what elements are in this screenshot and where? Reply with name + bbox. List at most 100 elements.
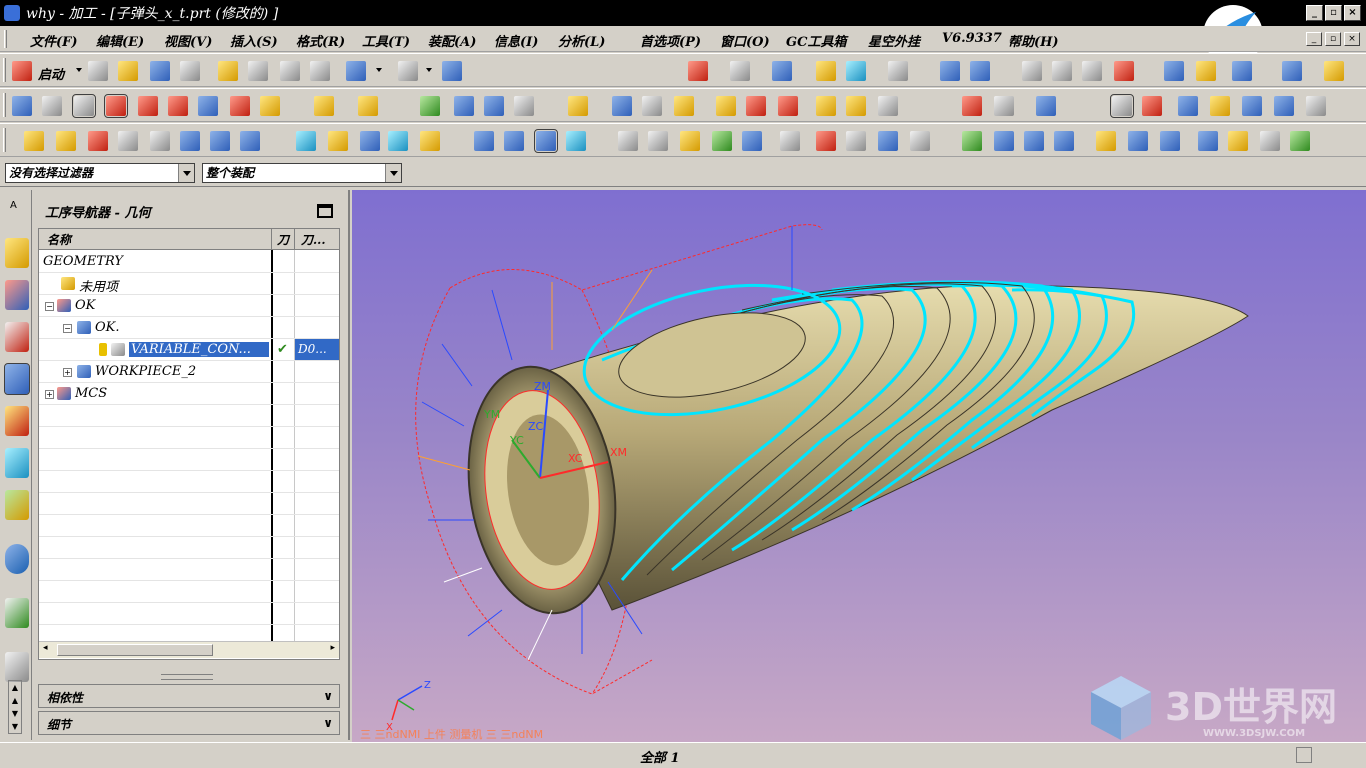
- table2-icon[interactable]: [1024, 131, 1044, 151]
- menu-preferences[interactable]: 首选项(P): [640, 31, 701, 50]
- geometry-icon[interactable]: [260, 96, 280, 116]
- open-file-icon[interactable]: [118, 61, 138, 81]
- paste-icon[interactable]: [280, 61, 300, 81]
- calc-icon[interactable]: [680, 131, 700, 151]
- menu-plugin[interactable]: 星空外挂: [868, 31, 920, 50]
- shapes-icon[interactable]: [878, 96, 898, 116]
- collapse-icon[interactable]: −: [63, 324, 72, 333]
- resource-constraint-tab[interactable]: [5, 280, 29, 310]
- op-copy-icon[interactable]: [56, 131, 76, 151]
- menu-insert[interactable]: 插入(S): [230, 31, 278, 50]
- workpiece-icon[interactable]: [612, 96, 632, 116]
- maximize-icon[interactable]: [317, 204, 333, 218]
- op-move-icon[interactable]: [240, 131, 260, 151]
- op-create-icon[interactable]: [24, 131, 44, 151]
- resource-scroll[interactable]: ▲ ▲ ▼ ▼: [8, 680, 22, 734]
- menu-version[interactable]: V6.9337: [942, 31, 1002, 46]
- op-cut-icon[interactable]: [88, 131, 108, 151]
- menu-assemblies[interactable]: 装配(A): [428, 31, 476, 50]
- horizontal-scrollbar[interactable]: ◂ ▸: [39, 641, 339, 658]
- direction-icon[interactable]: [1232, 61, 1252, 81]
- column-name[interactable]: 名称: [47, 231, 71, 248]
- chevron-down-icon[interactable]: [178, 164, 194, 182]
- menu-gc-toolbox[interactable]: GC工具箱: [786, 31, 846, 50]
- hatch-icon[interactable]: [72, 94, 96, 118]
- chevron-down-icon[interactable]: [385, 164, 401, 182]
- restore-button[interactable]: ▫: [1325, 5, 1342, 21]
- generate-path-icon[interactable]: [1036, 96, 1056, 116]
- grid-icon[interactable]: [1282, 61, 1302, 81]
- waves-icon[interactable]: [566, 131, 586, 151]
- minimize-button[interactable]: _: [1306, 5, 1323, 21]
- layer-icon[interactable]: [816, 61, 836, 81]
- op-delete-icon[interactable]: [150, 131, 170, 151]
- details-panel[interactable]: 细节 ∨: [38, 711, 340, 735]
- geometry-nav-icon[interactable]: [534, 129, 558, 153]
- play-path-icon[interactable]: [962, 96, 982, 116]
- layout2-icon[interactable]: [504, 131, 524, 151]
- column-divider[interactable]: [271, 229, 272, 250]
- menu-format[interactable]: 格式(R): [296, 31, 345, 50]
- undo-dropdown-arrow[interactable]: [376, 68, 382, 72]
- select-face-icon[interactable]: [634, 165, 650, 181]
- layout-icon[interactable]: [474, 131, 494, 151]
- op-table-icon[interactable]: [454, 96, 474, 116]
- tree-row-workpiece2[interactable]: + WORKPIECE_2: [39, 361, 339, 383]
- circle-icon[interactable]: [138, 96, 158, 116]
- tree-row-ok-workpiece[interactable]: − OK.: [39, 317, 339, 339]
- resource-info-tab[interactable]: [5, 544, 29, 574]
- pick-icon[interactable]: [1164, 61, 1184, 81]
- panel-splitter[interactable]: [161, 674, 213, 680]
- mark-icon[interactable]: [1096, 131, 1116, 151]
- search-tool-icon[interactable]: [1242, 96, 1262, 116]
- split-icon[interactable]: [778, 96, 798, 116]
- expand-icon[interactable]: +: [63, 368, 72, 377]
- curve-icon[interactable]: [168, 96, 188, 116]
- scroll-right-icon[interactable]: ▸: [330, 643, 335, 653]
- filter-settings-icon[interactable]: [412, 165, 428, 181]
- fullscreen-icon[interactable]: [1296, 747, 1312, 763]
- op-rename-icon[interactable]: [180, 131, 200, 151]
- info-cursor-icon[interactable]: [442, 61, 462, 81]
- sketch-icon[interactable]: [12, 96, 32, 116]
- scroll-thumb[interactable]: [57, 644, 213, 656]
- measure-icon[interactable]: [1022, 61, 1042, 81]
- post-icon[interactable]: [514, 96, 534, 116]
- snap-point-icon[interactable]: [458, 165, 474, 181]
- flag-icon[interactable]: [780, 131, 800, 151]
- resource-assembly-tab[interactable]: [5, 238, 29, 268]
- geometry-view-icon[interactable]: [360, 131, 380, 151]
- start-dropdown-arrow[interactable]: [76, 68, 82, 72]
- type-filter-select[interactable]: 没有选择过滤器: [5, 163, 195, 183]
- select-rect-icon[interactable]: [570, 165, 586, 181]
- expand-icon[interactable]: +: [45, 390, 54, 399]
- start-icon[interactable]: [12, 61, 32, 81]
- dependencies-panel[interactable]: 相依性 ∨: [38, 684, 340, 708]
- tree-row-ok[interactable]: − OK: [39, 295, 339, 317]
- spell-dropdown-arrow[interactable]: [426, 68, 432, 72]
- fit-view-icon[interactable]: [688, 61, 708, 81]
- wcs-icon[interactable]: [846, 61, 866, 81]
- column-divider[interactable]: [294, 229, 295, 250]
- bullet-model-drawing[interactable]: ZM ZC YM YC XC XM Z X: [352, 190, 1366, 742]
- cutter-edit-icon[interactable]: [1210, 96, 1230, 116]
- resource-history-tab[interactable]: [5, 652, 29, 682]
- doc-restore-button[interactable]: ▫: [1325, 32, 1341, 46]
- fixture-icon[interactable]: [568, 96, 588, 116]
- resource-web-tab[interactable]: [5, 598, 29, 628]
- menu-edit[interactable]: 编辑(E): [96, 31, 144, 50]
- menu-tools[interactable]: 工具(T): [362, 31, 410, 50]
- section-icon[interactable]: [1052, 61, 1072, 81]
- method-icon[interactable]: [314, 96, 334, 116]
- doc-icon[interactable]: [1160, 131, 1180, 151]
- snap-icon[interactable]: [1114, 61, 1134, 81]
- flow-icon[interactable]: [420, 131, 440, 151]
- edit-list-icon[interactable]: [1228, 131, 1248, 151]
- tree-row-variable-contour[interactable]: VARIABLE_CON... ✔ D0...: [39, 339, 339, 361]
- rect-hatch-icon[interactable]: [104, 94, 128, 118]
- scope-select[interactable]: 整个装配: [202, 163, 402, 183]
- move-object-icon[interactable]: [940, 61, 960, 81]
- link-icon[interactable]: [716, 96, 736, 116]
- render-style-icon[interactable]: [730, 61, 750, 81]
- start-label[interactable]: 启动: [38, 64, 64, 83]
